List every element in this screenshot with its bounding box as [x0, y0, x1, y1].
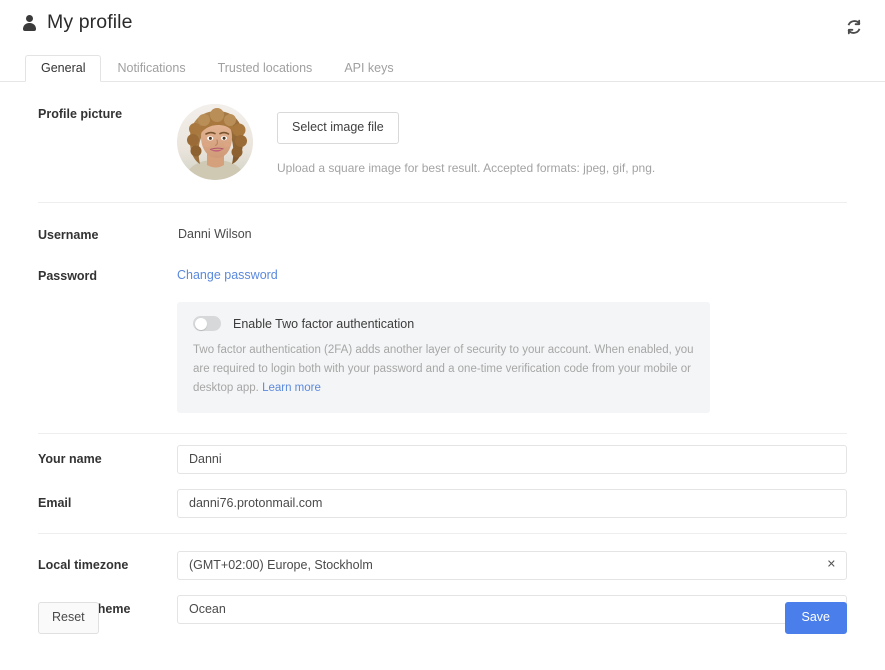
email-row: Email	[0, 474, 885, 518]
two-factor-description-wrap: Two factor authentication (2FA) adds ano…	[193, 341, 694, 398]
learn-more-link[interactable]: Learn more	[262, 382, 321, 394]
password-label: Password	[38, 269, 98, 283]
password-row: Password Change password	[0, 243, 885, 284]
username-row: Username Danni Wilson	[0, 203, 885, 243]
profile-picture-label: Profile picture	[38, 107, 123, 121]
close-icon[interactable]: ✕	[827, 559, 836, 571]
profile-picture-row: Profile picture Select image file Upload…	[0, 82, 885, 202]
your-name-input[interactable]	[177, 444, 847, 474]
page-title-group: My profile	[22, 11, 133, 33]
two-factor-panel: Enable Two factor authentication Two fac…	[177, 302, 710, 413]
two-factor-toggle[interactable]	[193, 316, 221, 331]
timezone-label: Local timezone	[38, 558, 129, 573]
your-name-label: Your name	[38, 452, 102, 467]
reset-button[interactable]: Reset	[38, 602, 99, 634]
tab-notifications[interactable]: Notifications	[101, 55, 201, 83]
email-label: Email	[38, 496, 72, 511]
two-factor-toggle-label: Enable Two factor authentication	[233, 316, 415, 331]
change-password-link[interactable]: Change password	[177, 268, 278, 282]
profile-form: Profile picture Select image file Upload…	[0, 82, 885, 624]
avatar	[177, 104, 253, 180]
timezone-value: (GMT+02:00) Europe, Stockholm	[189, 558, 373, 573]
your-name-row: Your name	[0, 434, 885, 474]
my-profile-page: My profile General Notifications Trusted…	[0, 0, 885, 670]
refresh-icon[interactable]	[845, 18, 863, 36]
email-input[interactable]	[177, 488, 847, 518]
select-image-file-button[interactable]: Select image file	[277, 112, 399, 144]
two-factor-section: Enable Two factor authentication Two fac…	[0, 284, 885, 413]
form-actions: Reset Save	[0, 602, 885, 634]
tab-api-keys[interactable]: API keys	[328, 55, 409, 83]
page-header: My profile	[0, 0, 885, 55]
save-button[interactable]: Save	[784, 602, 847, 634]
upload-column: Select image file Upload a square image …	[277, 104, 655, 176]
toggle-knob	[194, 317, 207, 330]
username-value: Danni Wilson	[178, 227, 252, 241]
tab-general[interactable]: General	[25, 54, 102, 82]
page-title: My profile	[47, 11, 133, 33]
tab-bar: General Notifications Trusted locations …	[0, 54, 885, 83]
timezone-row: Local timezone (GMT+02:00) Europe, Stock…	[0, 534, 885, 580]
username-label: Username	[38, 228, 99, 242]
upload-hint: Upload a square image for best result. A…	[277, 160, 656, 175]
timezone-select[interactable]: (GMT+02:00) Europe, Stockholm	[177, 550, 847, 580]
person-icon	[22, 14, 36, 32]
tab-trusted-locations[interactable]: Trusted locations	[202, 55, 329, 83]
